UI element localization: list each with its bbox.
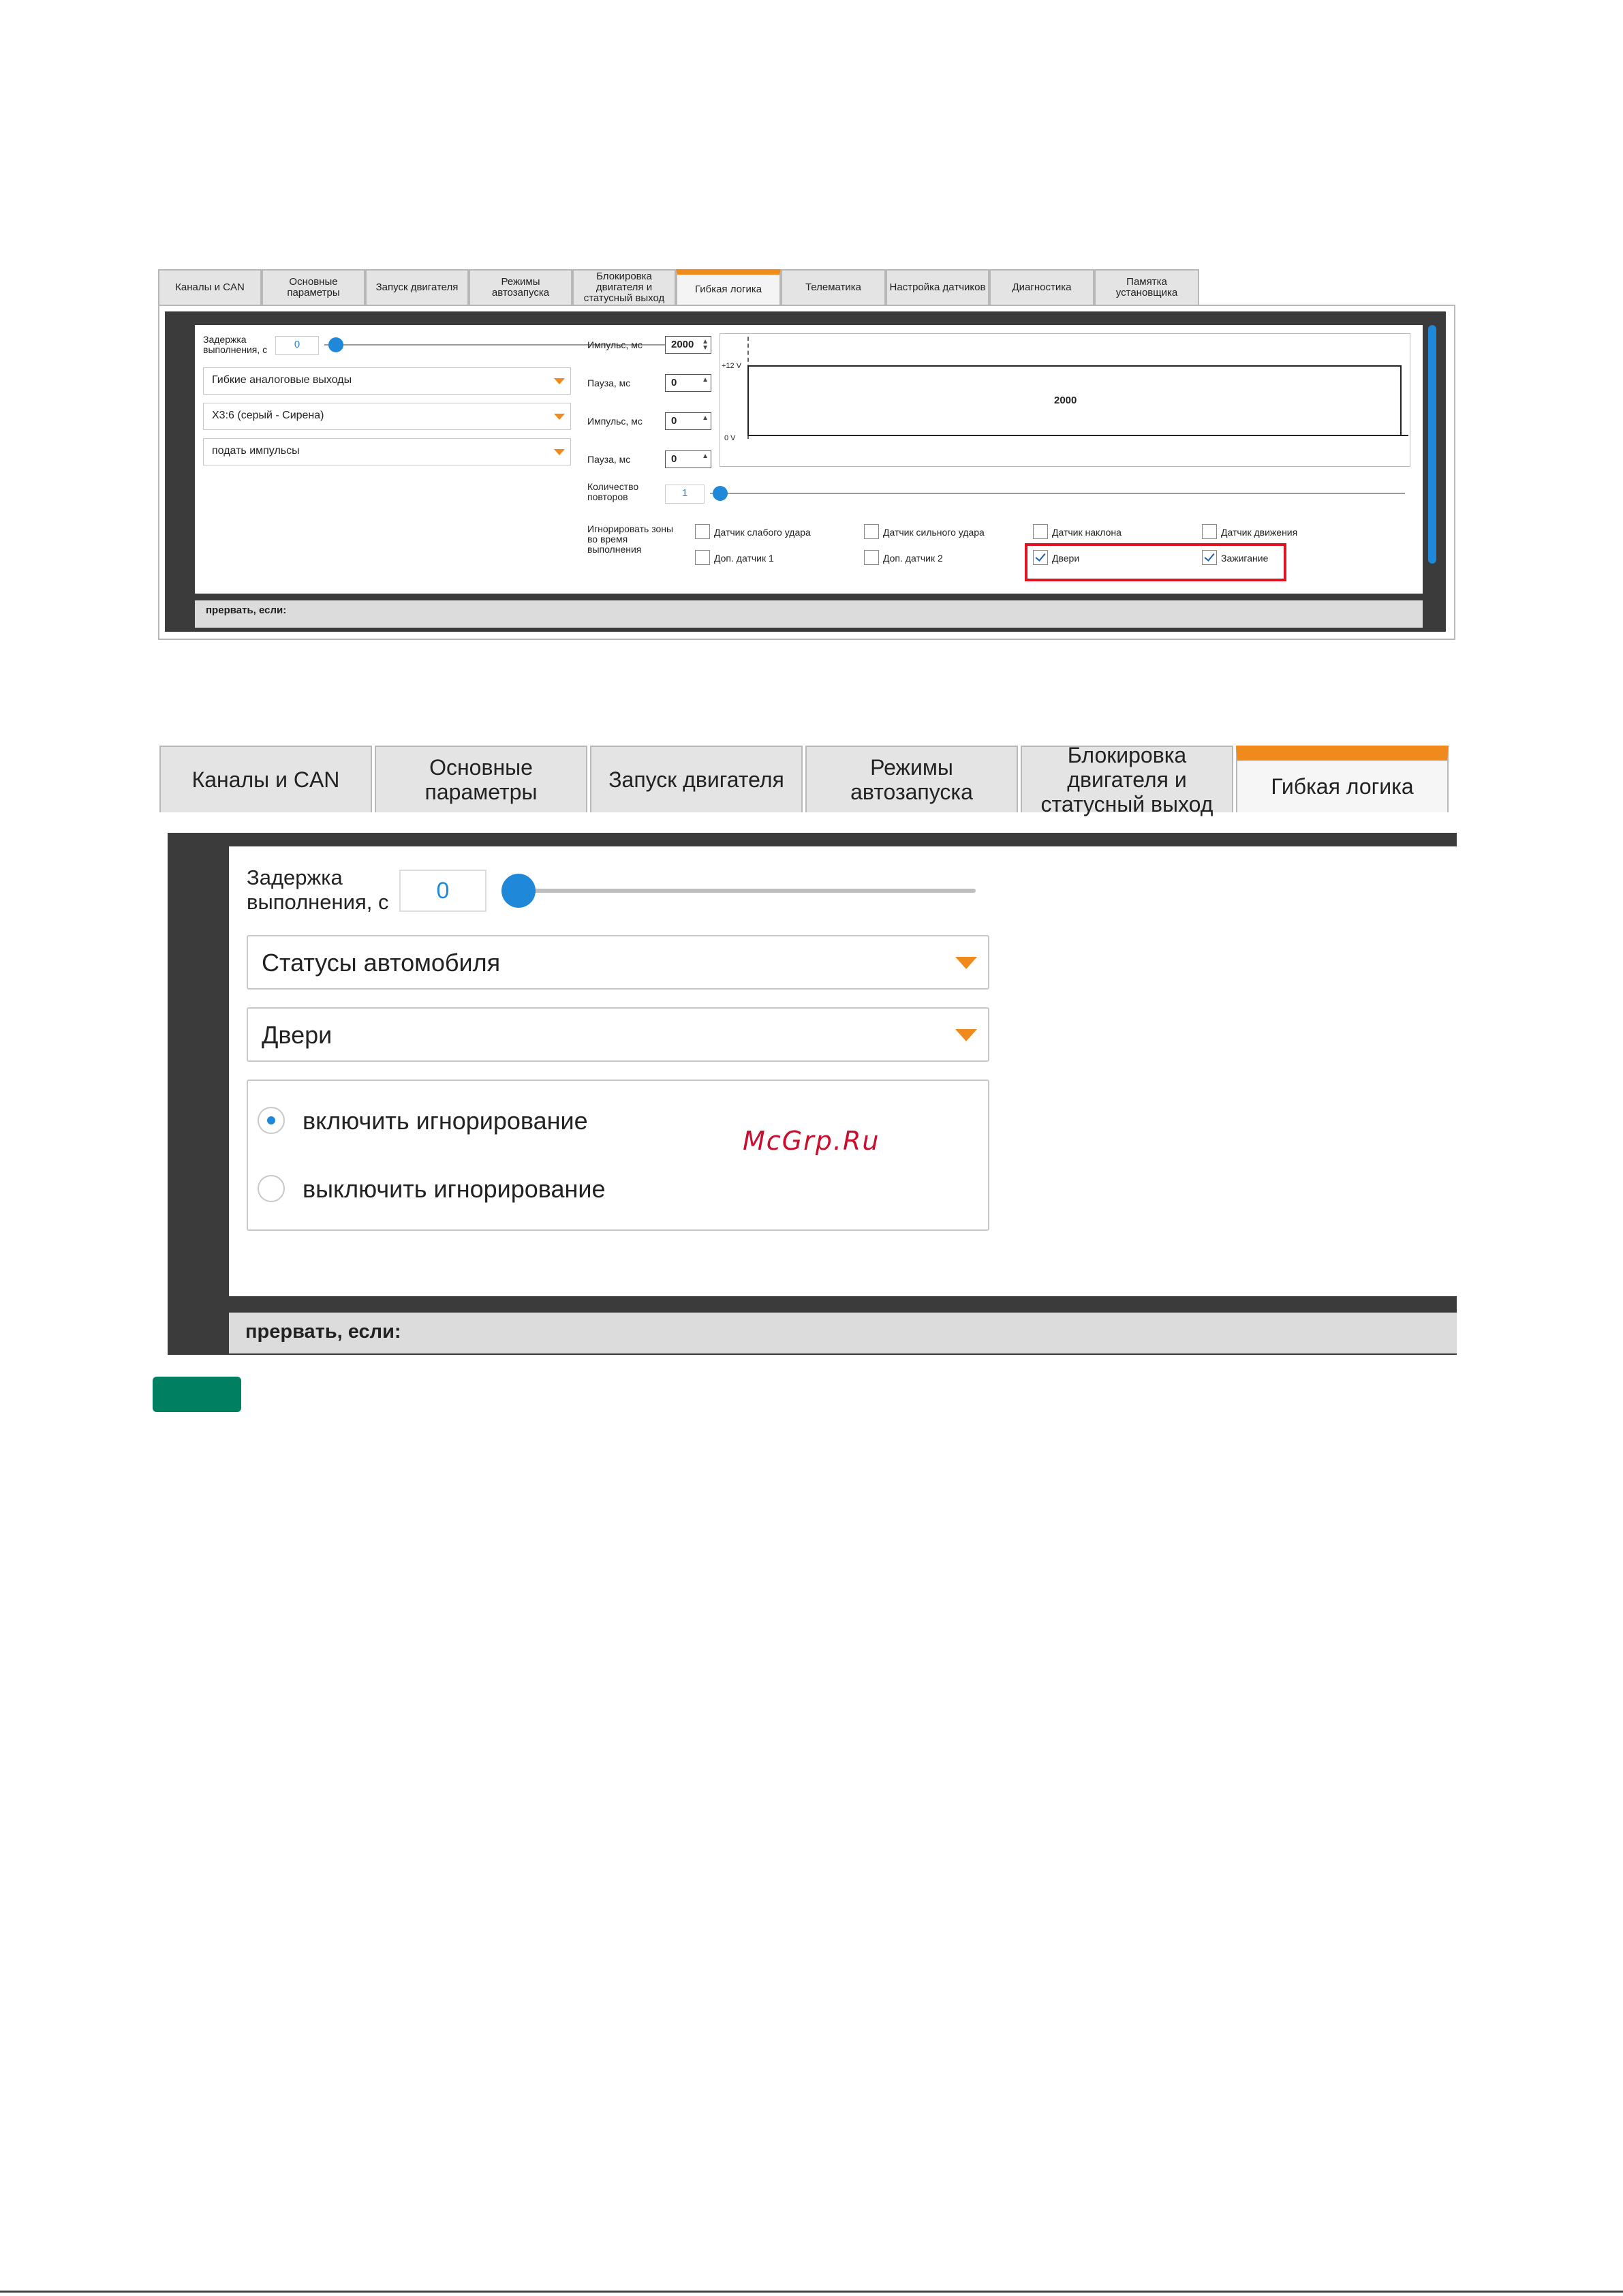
impulse-label-2: Импульс, мс — [587, 416, 643, 427]
output-type-value: Гибкие аналоговые выходы — [212, 374, 352, 386]
category-value: Статусы автомобиля — [262, 949, 501, 977]
tab-channels-can[interactable]: Каналы и CAN — [158, 269, 262, 305]
radio-disable-ignore[interactable] — [258, 1175, 285, 1202]
chevron-down-icon — [554, 414, 565, 420]
tab-main-params[interactable]: Основные параметры — [262, 269, 365, 305]
spinner-icon[interactable]: ▲ — [702, 453, 709, 460]
chevron-down-icon — [554, 449, 565, 455]
item-select[interactable]: Двери — [247, 1007, 989, 1062]
highlight-frame — [1025, 543, 1286, 581]
chevron-down-icon — [554, 378, 565, 384]
delay-label: Задержка выполнения, с — [203, 334, 268, 355]
condition-panel: Задержка выполнения, с 0 Статусы автомоб… — [229, 846, 1457, 1296]
graph-bottom-label: 0 V — [724, 434, 736, 442]
checkbox-label: Доп. датчик 2 — [883, 553, 943, 564]
graph-top-label: +12 V — [722, 362, 742, 370]
pause-label-2: Пауза, мс — [587, 454, 631, 465]
checkbox-label: Датчик движения — [1221, 527, 1298, 538]
tab-installer-memo[interactable]: Памятка установщика — [1094, 269, 1199, 305]
impulse-input[interactable]: 2000 ▲ ▼ — [665, 336, 711, 354]
scrollbar[interactable] — [1428, 325, 1436, 564]
delay-slider-track[interactable] — [501, 889, 976, 893]
delay-label: Задержка выполнения, с — [247, 866, 389, 914]
page-footer-rule — [0, 2291, 1623, 2293]
repeat-slider-handle[interactable] — [713, 486, 728, 501]
chevron-down-icon — [955, 957, 977, 969]
delay-input[interactable]: 0 — [275, 336, 319, 355]
pulse-graph: +12 V 0 V 2000 — [720, 333, 1410, 467]
ignore-mode-group: включить игнорирование выключить игнорир… — [247, 1080, 989, 1231]
page-marker-badge — [153, 1377, 241, 1412]
radio-enable-ignore[interactable] — [258, 1107, 285, 1134]
tab-autostart-modes[interactable]: Режимы автозапуска — [805, 746, 1018, 812]
ignore-zones-label: Игнорировать зоны во время выполнения — [587, 523, 674, 555]
spinner-icon[interactable]: ▲ — [702, 415, 709, 422]
delay-slider-handle[interactable] — [501, 874, 536, 908]
abort-condition-header: прервать, если: — [229, 1313, 1457, 1353]
output-select[interactable]: Х3:6 (серый - Сирена) — [203, 403, 571, 430]
output-type-select[interactable]: Гибкие аналоговые выходы — [203, 367, 571, 395]
checkbox-label: Доп. датчик 1 — [714, 553, 774, 564]
repeat-label: Количество повторов — [587, 481, 639, 502]
spinner-icon[interactable]: ▲ — [702, 377, 709, 384]
checkbox-aux-sensor-1[interactable] — [695, 550, 710, 565]
pause-input-2[interactable]: 0 ▲ — [665, 450, 711, 468]
radio-enable-label: включить игнорирование — [303, 1107, 588, 1135]
checkbox-label: Датчик наклона — [1052, 527, 1122, 538]
impulse-label: Импульс, мс — [587, 339, 643, 350]
pause-input[interactable]: 0 ▲ — [665, 374, 711, 392]
output-value: Х3:6 (серый - Сирена) — [212, 410, 324, 421]
checkbox-aux-sensor-2[interactable] — [864, 550, 879, 565]
flex-logic-area: Задержка выполнения, с 0 Гибкие аналогов… — [165, 311, 1446, 632]
tab-engine-block[interactable]: Блокировка двигателя и статусный выход — [572, 269, 676, 305]
tab-telematics[interactable]: Телематика — [781, 269, 886, 305]
checkbox-label: Датчик слабого удара — [714, 527, 811, 538]
action-value: подать импульсы — [212, 445, 300, 457]
checkbox-tilt[interactable] — [1033, 524, 1048, 539]
tab-flex-logic[interactable]: Гибкая логика — [1236, 746, 1449, 812]
delay-slider-handle[interactable] — [328, 337, 343, 352]
tab-channels-can[interactable]: Каналы и CAN — [159, 746, 372, 812]
delay-input[interactable]: 0 — [399, 870, 486, 912]
graph-baseline — [747, 435, 1408, 436]
abort-condition-header: прервать, если: — [195, 600, 1423, 628]
tab-sensor-settings[interactable]: Настройка датчиков — [886, 269, 989, 305]
watermark: McGrp.Ru — [743, 1126, 880, 1156]
checkbox-label: Датчик сильного удара — [883, 527, 985, 538]
checkbox-strong-shock[interactable] — [864, 524, 879, 539]
tab-content-frame: Задержка выполнения, с 0 Гибкие аналогов… — [158, 305, 1455, 640]
tab-diagnostics[interactable]: Диагностика — [989, 269, 1094, 305]
spinner-icon[interactable]: ▲ ▼ — [702, 339, 709, 352]
action-panel: Задержка выполнения, с 0 Гибкие аналогов… — [195, 325, 1423, 594]
settings-screenshot-small: Каналы и CAN Основные параметры Запуск д… — [158, 269, 1455, 640]
radio-disable-label: выключить игнорирование — [303, 1175, 606, 1203]
repeat-input[interactable]: 1 — [665, 485, 705, 504]
action-select[interactable]: подать импульсы — [203, 438, 571, 465]
tab-engine-block[interactable]: Блокировка двигателя и статусный выход — [1021, 743, 1233, 816]
tab-flex-logic[interactable]: Гибкая логика — [676, 269, 781, 305]
chevron-down-icon — [955, 1029, 977, 1041]
item-value: Двери — [262, 1021, 333, 1049]
tab-main-params[interactable]: Основные параметры — [375, 746, 587, 812]
pause-label: Пауза, мс — [587, 378, 631, 388]
graph-pulse-label: 2000 — [1054, 395, 1077, 406]
tab-engine-start[interactable]: Запуск двигателя — [365, 269, 469, 305]
category-select[interactable]: Статусы автомобиля — [247, 935, 989, 990]
tab-autostart-modes[interactable]: Режимы автозапуска — [469, 269, 572, 305]
tab-engine-start[interactable]: Запуск двигателя — [590, 746, 803, 812]
impulse-input-2[interactable]: 0 ▲ — [665, 412, 711, 430]
checkbox-motion[interactable] — [1202, 524, 1217, 539]
settings-screenshot-zoomed: Каналы и CAN Основные параметры Запуск д… — [158, 743, 1457, 1356]
repeat-slider-track[interactable] — [710, 493, 1405, 494]
checkbox-weak-shock[interactable] — [695, 524, 710, 539]
